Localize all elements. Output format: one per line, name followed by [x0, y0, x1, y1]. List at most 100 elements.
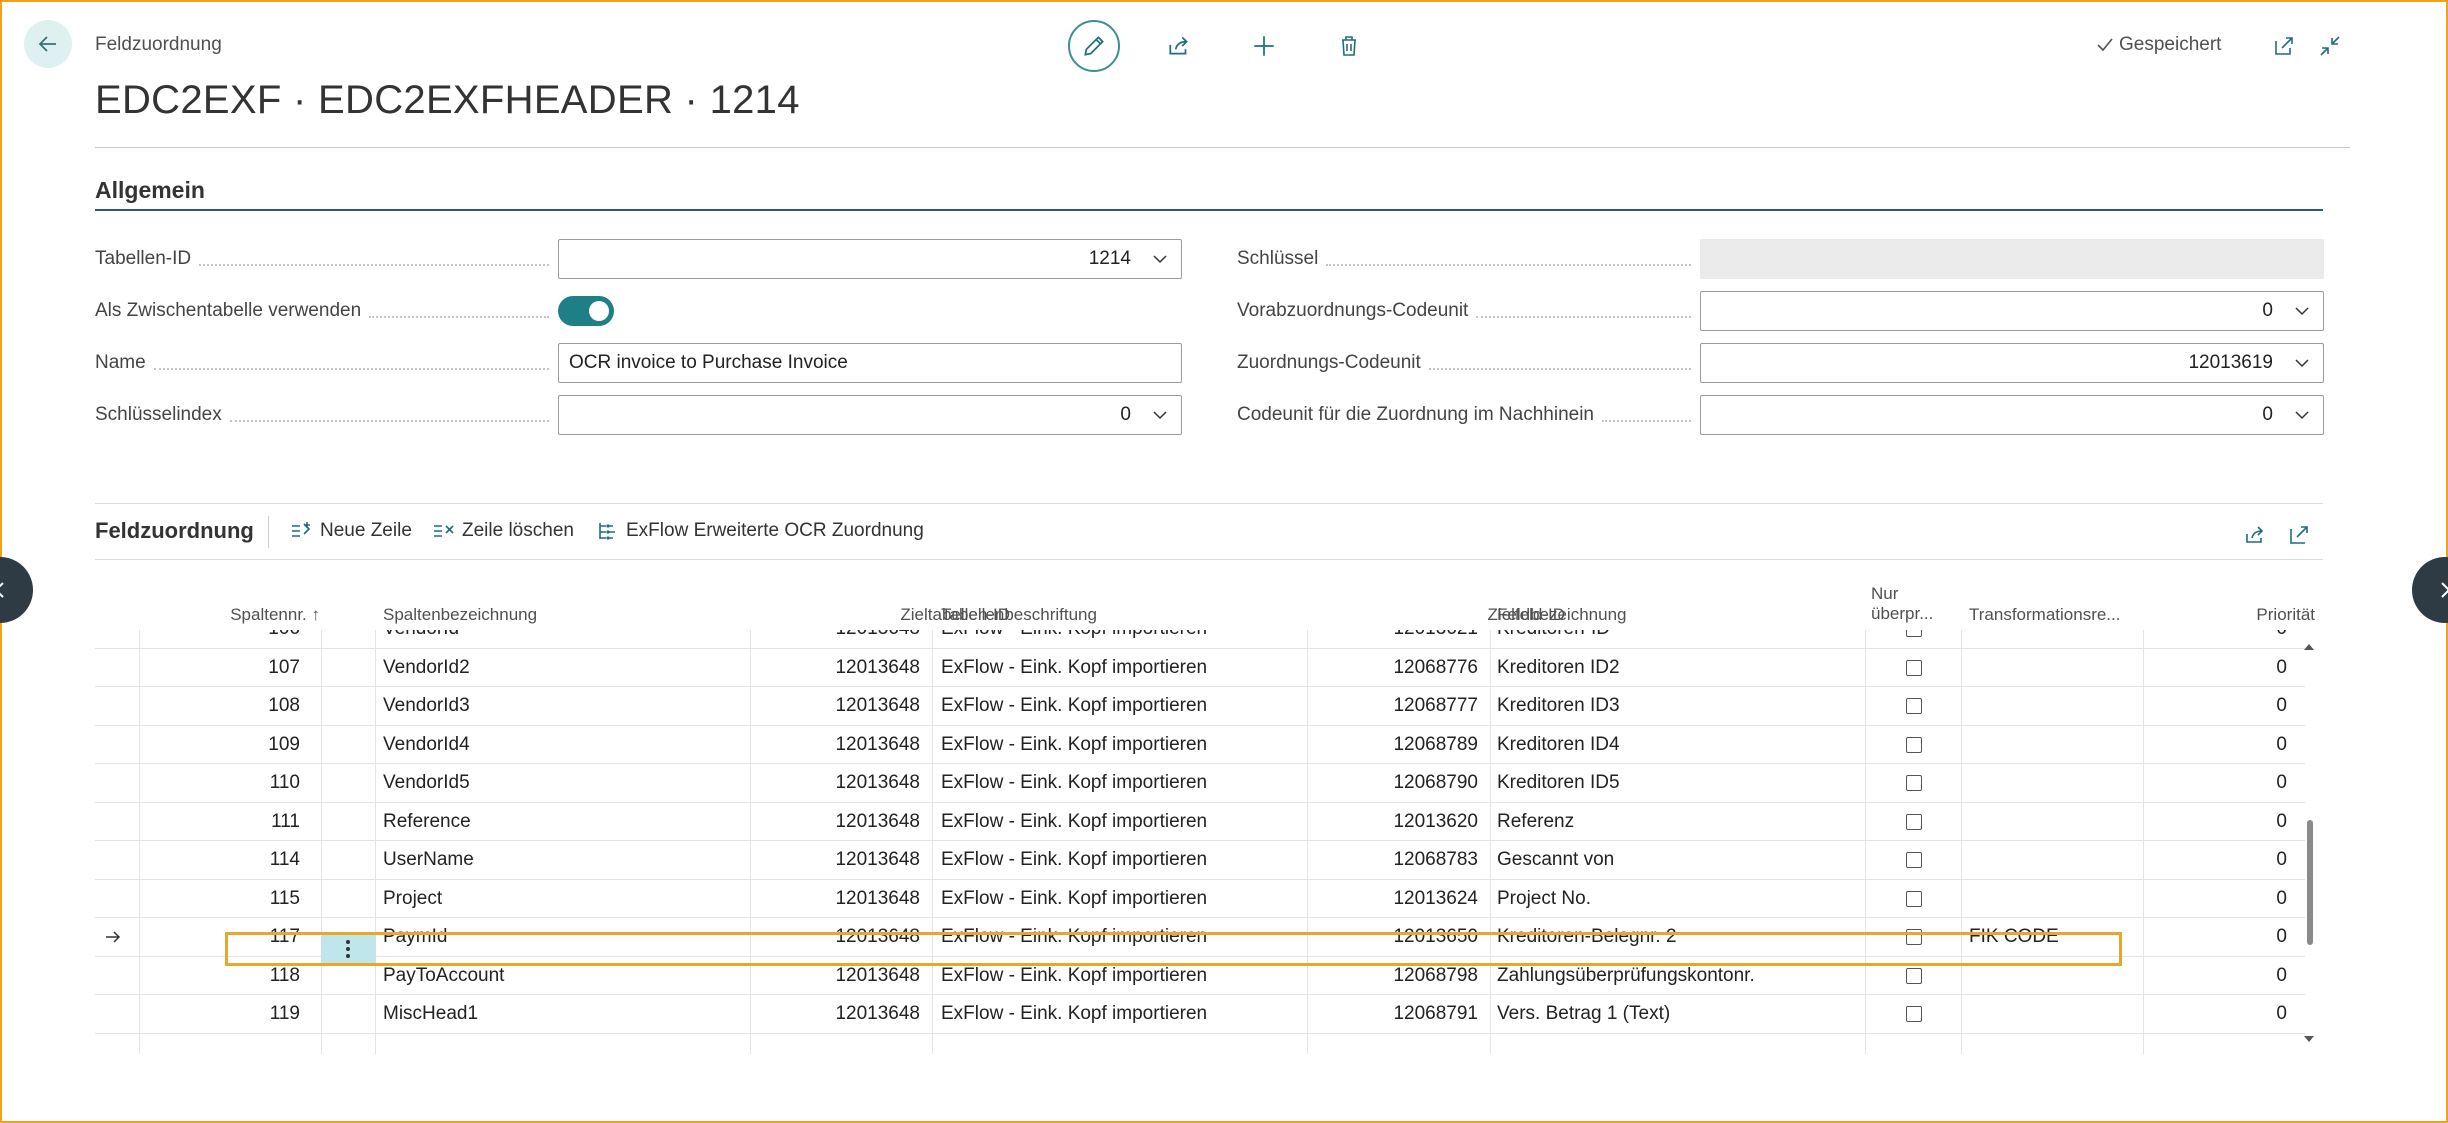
cell-priority[interactable]: 0	[2155, 880, 2287, 918]
table-row[interactable]: 118 PayToAccount 12013648 ExFlow - Eink. Ko…	[95, 957, 2305, 995]
pre-mapping-codeunit-field[interactable]: 0	[1700, 291, 2324, 331]
cell-table-caption[interactable]: ExFlow - Eink. Kopf importieren	[941, 687, 1301, 725]
cell-target-field-id[interactable]: 12068777	[1313, 687, 1478, 725]
header-transformation[interactable]: Transformationsre...	[1969, 605, 2120, 625]
cell-field-caption[interactable]: Kreditoren-ID	[1497, 630, 1857, 648]
cell-field-caption[interactable]: Kreditoren ID3	[1497, 687, 1857, 725]
cell-col-no[interactable]: 106	[145, 630, 300, 648]
cell-transformation[interactable]	[1969, 841, 2139, 879]
cell-col-no[interactable]: 119	[145, 995, 300, 1033]
cell-target-table-id[interactable]: 12013648	[755, 918, 920, 956]
name-field[interactable]: OCR invoice to Purchase Invoice	[558, 343, 1182, 383]
cell-col-no[interactable]: 107	[145, 649, 300, 687]
cell-transformation[interactable]	[1969, 880, 2139, 918]
cell-priority[interactable]: 0	[2155, 764, 2287, 802]
only-check-checkbox[interactable]	[1906, 852, 1922, 868]
cell-field-caption[interactable]: Referenz	[1497, 803, 1857, 841]
only-check-checkbox[interactable]	[1906, 659, 1922, 676]
cell-table-caption[interactable]: ExFlow - Eink. Kopf importieren	[941, 880, 1301, 918]
cell-field-caption[interactable]: Gescannt von	[1497, 841, 1857, 879]
mapping-codeunit-field[interactable]: 12013619	[1700, 343, 2324, 383]
cell-table-caption[interactable]: ExFlow - Eink. Kopf importieren	[941, 995, 1301, 1033]
header-priority[interactable]: Priorität	[2215, 605, 2315, 625]
cell-priority[interactable]: 0	[2155, 630, 2287, 648]
lines-expand-button[interactable]	[2284, 520, 2314, 550]
cell-target-field-id[interactable]: 12068789	[1313, 726, 1478, 764]
table-row[interactable]: 109 VendorId4 12013648 ExFlow - Eink. Kopf …	[95, 726, 2305, 764]
cell-transformation[interactable]	[1969, 957, 2139, 995]
cell-transformation[interactable]	[1969, 803, 2139, 841]
cell-target-table-id[interactable]: 12013648	[755, 995, 920, 1033]
cell-target-field-id[interactable]: 12068783	[1313, 841, 1478, 879]
cell-target-field-id[interactable]: 12068776	[1313, 649, 1478, 687]
cell-transformation[interactable]	[1969, 726, 2139, 764]
cell-target-table-id[interactable]: 12013648	[755, 726, 920, 764]
header-field-caption[interactable]: Feldbezeichnung	[1497, 605, 1626, 625]
cell-priority[interactable]: 0	[2155, 726, 2287, 764]
scrollbar-thumb[interactable]	[2307, 820, 2313, 945]
cell-table-caption[interactable]: ExFlow - Eink. Kopf importieren	[941, 841, 1301, 879]
lines-share-button[interactable]	[2240, 520, 2270, 550]
cell-col-name[interactable]: PayToAccount	[383, 957, 743, 995]
cell-transformation[interactable]	[1969, 687, 2139, 725]
cell-table-caption[interactable]: ExFlow - Eink. Kopf importieren	[941, 649, 1301, 687]
cell-target-table-id[interactable]: 12013648	[755, 957, 920, 995]
use-as-intermediate-toggle[interactable]	[558, 296, 614, 326]
cell-col-name[interactable]: PaymId	[383, 918, 743, 956]
header-table-caption[interactable]: Tabellenbeschriftung	[941, 605, 1097, 625]
share-button[interactable]	[1153, 20, 1205, 72]
cell-table-caption[interactable]: ExFlow - Eink. Kopf importieren	[941, 957, 1301, 995]
table-row[interactable]: 117 PaymId 12013648 ExFlow - Eink. Kopf imp…	[95, 918, 2305, 957]
only-check-checkbox[interactable]	[1906, 1006, 1922, 1022]
cell-field-caption[interactable]: Kreditoren ID5	[1497, 764, 1857, 802]
cell-col-no[interactable]: 117	[145, 918, 300, 956]
cell-col-name[interactable]: MiscHead1	[383, 995, 743, 1033]
cell-priority[interactable]: 0	[2155, 803, 2287, 841]
cell-col-name[interactable]: Project	[383, 880, 743, 918]
open-new-window-button[interactable]	[2268, 30, 2300, 62]
only-check-checkbox[interactable]	[1906, 775, 1922, 791]
new-line-button[interactable]: Neue Zeile	[290, 520, 412, 542]
table-row[interactable]: 107 VendorId2 12013648 ExFlow - Eink. Kopf …	[95, 649, 2305, 687]
only-check-checkbox[interactable]	[1906, 967, 1922, 984]
cell-transformation[interactable]: FIK CODE	[1969, 918, 2139, 956]
only-check-checkbox[interactable]	[1906, 813, 1922, 830]
table-row[interactable]: 115 Project 12013648 ExFlow - Eink. Kopf im…	[95, 880, 2305, 918]
cell-col-name[interactable]: VendorId5	[383, 764, 743, 802]
table-row[interactable]: 110 VendorId5 12013648 ExFlow - Eink. Kopf …	[95, 764, 2305, 803]
cell-target-field-id[interactable]: 12068790	[1313, 764, 1478, 802]
collapse-button[interactable]	[2314, 30, 2346, 62]
table-row[interactable]: 108 VendorId3 12013648 ExFlow - Eink. Kopf …	[95, 687, 2305, 726]
cell-table-caption[interactable]: ExFlow - Eink. Kopf importieren	[941, 918, 1301, 956]
cell-target-field-id[interactable]: 12013620	[1313, 803, 1478, 841]
cell-col-no[interactable]: 114	[145, 841, 300, 879]
cell-priority[interactable]: 0	[2155, 649, 2287, 687]
cell-target-table-id[interactable]: 12013648	[755, 880, 920, 918]
cell-target-field-id[interactable]: 12013650	[1313, 918, 1478, 956]
cell-field-caption[interactable]: Kreditoren ID2	[1497, 649, 1857, 687]
cell-transformation[interactable]	[1969, 995, 2139, 1033]
cell-table-caption[interactable]: ExFlow - Eink. Kopf importieren	[941, 764, 1301, 802]
table-row[interactable]: 106 VendorId 12013648 ExFlow - Eink. Kopf i…	[95, 630, 2305, 649]
cell-target-field-id[interactable]: 12068798	[1313, 957, 1478, 995]
cell-target-table-id[interactable]: 12013648	[755, 630, 920, 648]
new-button[interactable]	[1238, 20, 1290, 72]
back-button[interactable]	[24, 20, 72, 68]
cell-col-no[interactable]: 109	[145, 726, 300, 764]
cell-target-field-id[interactable]: 12068791	[1313, 995, 1478, 1033]
cell-transformation[interactable]	[1969, 630, 2139, 648]
cell-field-caption[interactable]: Vers. Betrag 1 (Text)	[1497, 995, 1857, 1033]
cell-target-table-id[interactable]: 12013648	[755, 764, 920, 802]
only-check-checkbox[interactable]	[1906, 736, 1922, 753]
cell-field-caption[interactable]: Kreditoren ID4	[1497, 726, 1857, 764]
edit-button[interactable]	[1068, 20, 1120, 72]
cell-col-name[interactable]: UserName	[383, 841, 743, 879]
post-mapping-codeunit-field[interactable]: 0	[1700, 395, 2324, 435]
cell-target-table-id[interactable]: 12013648	[755, 841, 920, 879]
cell-col-no[interactable]: 111	[145, 803, 300, 841]
cell-field-caption[interactable]: Kreditoren-Belegnr. 2	[1497, 918, 1857, 956]
cell-priority[interactable]: 0	[2155, 995, 2287, 1033]
cell-target-field-id[interactable]: 12013624	[1313, 880, 1478, 918]
only-check-checkbox[interactable]	[1906, 929, 1922, 945]
cell-table-caption[interactable]: ExFlow - Eink. Kopf importieren	[941, 630, 1301, 648]
